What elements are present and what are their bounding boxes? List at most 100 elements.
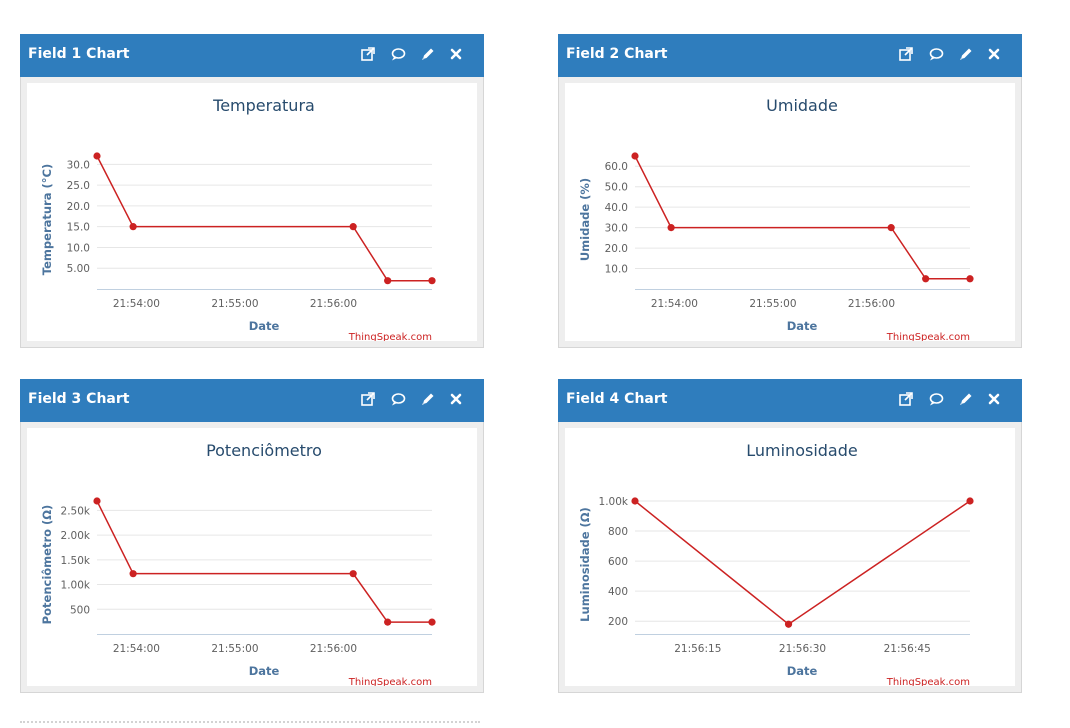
x-tick-label: 21:56:00 xyxy=(310,643,357,655)
line-chart: Luminosidade 200 400 600 800 1.00k 21:56:15 21:… xyxy=(578,441,974,686)
close-icon[interactable] xyxy=(986,391,1002,407)
pencil-icon[interactable] xyxy=(420,46,436,62)
widget-header: Field 3 Chart xyxy=(20,379,484,422)
chart-title: Luminosidade xyxy=(746,441,857,460)
close-icon[interactable] xyxy=(986,46,1002,62)
data-point[interactable] xyxy=(349,570,357,578)
data-point[interactable] xyxy=(428,618,436,626)
widget-title: Field 1 Chart xyxy=(28,46,130,62)
pencil-icon[interactable] xyxy=(958,46,974,62)
data-point[interactable] xyxy=(966,275,974,283)
y-tick-label: 40.0 xyxy=(605,202,628,214)
x-tick-label: 21:55:00 xyxy=(211,643,258,655)
y-tick-label: 1.00k xyxy=(599,496,629,508)
data-point[interactable] xyxy=(667,224,675,232)
data-point[interactable] xyxy=(887,224,895,232)
chart-area: Potenciômetro 500 1.00k 1.50k 2.00k 2.50k 21:5… xyxy=(27,428,477,686)
x-tick-label: 21:56:30 xyxy=(779,643,826,655)
y-axis-title: Luminosidade (Ω) xyxy=(578,507,592,622)
thingspeak-credit-link[interactable]: ThingSpeak.com xyxy=(886,677,970,686)
y-tick-label: 2.00k xyxy=(61,530,91,542)
data-point[interactable] xyxy=(631,497,639,505)
data-point[interactable] xyxy=(922,275,930,283)
thingspeak-credit-link[interactable]: ThingSpeak.com xyxy=(348,677,432,686)
data-point[interactable] xyxy=(93,497,101,505)
field-chart-widget: Field 4 Chart Luminosidade 200 400 600 800 1.0… xyxy=(558,379,1022,693)
chart-title: Umidade xyxy=(766,96,838,115)
data-point[interactable] xyxy=(631,152,639,160)
data-point[interactable] xyxy=(93,152,101,160)
y-tick-label: 600 xyxy=(608,556,628,568)
y-tick-label: 30.0 xyxy=(67,159,90,171)
data-point[interactable] xyxy=(384,277,392,285)
data-point[interactable] xyxy=(784,620,793,628)
y-tick-label: 25.0 xyxy=(67,180,90,192)
data-point[interactable] xyxy=(966,497,974,505)
series-line xyxy=(96,500,432,623)
y-tick-label: 1.50k xyxy=(61,555,91,567)
chart-title: Temperatura xyxy=(212,96,315,115)
widget-title: Field 3 Chart xyxy=(28,391,130,407)
line-chart: Potenciômetro 500 1.00k 1.50k 2.00k 2.50k 21:5… xyxy=(40,441,436,686)
y-axis-title: Potenciômetro (Ω) xyxy=(40,505,54,625)
x-tick-label: 21:56:00 xyxy=(848,298,895,310)
close-icon[interactable] xyxy=(448,391,464,407)
comment-icon[interactable] xyxy=(928,391,944,407)
data-point[interactable] xyxy=(428,277,436,285)
line-chart: Umidade 10.0 20.0 30.0 40.0 50.0 60.0 21:54:00 2… xyxy=(578,96,974,341)
y-tick-label: 10.0 xyxy=(67,242,90,254)
y-tick-label: 20.0 xyxy=(67,201,90,213)
x-tick-label: 21:56:45 xyxy=(884,643,931,655)
data-point[interactable] xyxy=(349,223,357,231)
x-tick-label: 21:55:00 xyxy=(749,298,796,310)
y-axis-title: Temperatura (°C) xyxy=(40,164,54,275)
comment-icon[interactable] xyxy=(928,46,944,62)
field-chart-widget: Field 2 Chart Umidade 10.0 20.0 30.0 40.0 50.0… xyxy=(558,34,1022,348)
widget-title: Field 2 Chart xyxy=(566,46,668,62)
widget-header: Field 2 Chart xyxy=(558,34,1022,77)
y-tick-label: 50.0 xyxy=(605,182,628,194)
external-link-icon[interactable] xyxy=(898,391,914,407)
y-tick-label: 30.0 xyxy=(605,223,628,235)
x-tick-label: 21:55:00 xyxy=(211,298,258,310)
x-axis-title: Date xyxy=(249,319,280,333)
x-axis-title: Date xyxy=(787,319,818,333)
data-point[interactable] xyxy=(384,618,392,626)
data-point[interactable] xyxy=(129,570,137,578)
widget-header: Field 4 Chart xyxy=(558,379,1022,422)
thingspeak-credit-link[interactable]: ThingSpeak.com xyxy=(348,332,432,341)
line-chart: Temperatura 5.00 10.0 15.0 20.0 25.0 30.0 21:54… xyxy=(40,96,436,341)
comment-icon[interactable] xyxy=(390,391,406,407)
field-chart-widget: Field 1 Chart Temperatura 5.00 10.0 15.0 20.0… xyxy=(20,34,484,348)
y-tick-label: 20.0 xyxy=(605,243,628,255)
y-tick-label: 400 xyxy=(608,586,628,598)
thingspeak-credit-link[interactable]: ThingSpeak.com xyxy=(886,332,970,341)
chart-area: Luminosidade 200 400 600 800 1.00k 21:56:15 21:… xyxy=(565,428,1015,686)
series-line xyxy=(634,500,971,626)
series-line xyxy=(96,155,432,282)
y-tick-label: 2.50k xyxy=(61,505,91,517)
widget-header: Field 1 Chart xyxy=(20,34,484,77)
data-point[interactable] xyxy=(129,223,137,231)
y-tick-label: 1.00k xyxy=(61,580,91,592)
external-link-icon[interactable] xyxy=(898,46,914,62)
chart-area: Temperatura 5.00 10.0 15.0 20.0 25.0 30.0 21:54… xyxy=(27,83,477,341)
x-tick-label: 21:56:00 xyxy=(310,298,357,310)
external-link-icon[interactable] xyxy=(360,391,376,407)
comment-icon[interactable] xyxy=(390,46,406,62)
close-icon[interactable] xyxy=(448,46,464,62)
y-tick-label: 5.00 xyxy=(67,263,90,275)
external-link-icon[interactable] xyxy=(360,46,376,62)
pencil-icon[interactable] xyxy=(420,391,436,407)
dotted-divider xyxy=(20,721,480,723)
y-tick-label: 200 xyxy=(608,616,628,628)
chart-area: Umidade 10.0 20.0 30.0 40.0 50.0 60.0 21:54:00 2… xyxy=(565,83,1015,341)
x-tick-label: 21:54:00 xyxy=(113,298,160,310)
widget-title: Field 4 Chart xyxy=(566,391,668,407)
series-line xyxy=(634,155,970,280)
chart-title: Potenciômetro xyxy=(206,441,322,460)
x-axis-title: Date xyxy=(249,664,280,678)
y-axis-title: Umidade (%) xyxy=(578,178,592,261)
pencil-icon[interactable] xyxy=(958,391,974,407)
x-tick-label: 21:54:00 xyxy=(651,298,698,310)
